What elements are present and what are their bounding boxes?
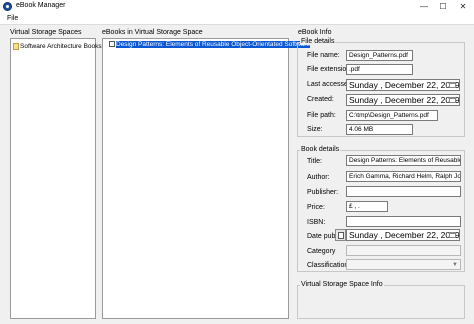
book-details-title: Book details — [300, 146, 341, 153]
storage-spaces-list[interactable]: Software Architecture Books — [10, 38, 102, 319]
price-field[interactable]: £ , . — [346, 201, 388, 212]
list-item[interactable]: Software Architecture Books — [13, 43, 102, 50]
calendar-icon[interactable] — [449, 232, 456, 238]
window-title: eBook Manager — [16, 2, 66, 9]
close-button[interactable]: ✕ — [456, 1, 470, 12]
file-extension-field[interactable]: .pdf — [346, 64, 413, 75]
category-field[interactable] — [346, 245, 461, 256]
calendar-icon[interactable] — [449, 82, 456, 88]
storage-info-title: Virtual Storage Space Info — [300, 281, 384, 288]
category-label: Category — [307, 248, 336, 255]
book-title-field[interactable]: Design Patterns: Elements of Reusable Ob… — [346, 155, 461, 166]
menu-bar — [0, 13, 474, 25]
minimize-button[interactable]: — — [417, 1, 431, 12]
ebook-checkbox-icon[interactable] — [109, 41, 115, 48]
created-picker[interactable]: Sunday , December 22, 2019 — [346, 94, 460, 106]
publisher-field[interactable] — [346, 186, 461, 197]
classification-select[interactable]: ▼ — [346, 259, 461, 270]
menu-file[interactable]: File — [7, 15, 18, 22]
date-published-picker[interactable]: Sunday , December 22, 2019 — [346, 229, 460, 241]
storage-info-group — [297, 285, 465, 319]
file-name-field[interactable]: Design_Patterns.pdf — [346, 50, 413, 61]
ebook-label: Design Patterns: Elements of Reusable Ob… — [116, 41, 311, 48]
document-icon — [338, 232, 344, 239]
book-icon — [13, 43, 19, 50]
ebook-info-title: eBook Info — [298, 29, 332, 36]
isbn-label: ISBN: — [307, 219, 326, 226]
maximize-button[interactable]: ☐ — [436, 1, 450, 12]
size-label: Size: — [307, 126, 323, 133]
file-path-field[interactable]: C:\tmp\Design_Patterns.pdf — [346, 110, 438, 121]
ebooks-list[interactable]: Design Patterns: Elements of Reusable Ob… — [102, 38, 311, 319]
author-label: Author: — [307, 174, 330, 181]
date-published-value: Sunday , December 22, 2019 — [349, 230, 460, 240]
file-path-label: File path: — [307, 112, 336, 119]
created-value: Sunday , December 22, 2019 — [349, 95, 460, 105]
calendar-icon[interactable] — [449, 97, 456, 103]
file-name-label: File name: — [307, 52, 340, 59]
classification-label: Classification: — [307, 262, 351, 269]
list-item[interactable]: Design Patterns: Elements of Reusable Ob… — [109, 41, 311, 48]
publisher-label: Publisher: — [307, 189, 339, 196]
last-accessed-picker[interactable]: Sunday , December 22, 2019 — [346, 79, 460, 91]
storage-spaces-title: Virtual Storage Spaces — [10, 29, 82, 36]
app-icon — [3, 2, 12, 11]
isbn-field[interactable] — [346, 216, 461, 227]
date-published-icon-button[interactable] — [335, 229, 346, 241]
storage-space-label: Software Architecture Books — [20, 43, 102, 51]
size-field[interactable]: 4.06 MB — [346, 124, 413, 135]
title-bar — [0, 0, 474, 13]
chevron-down-icon: ▼ — [452, 262, 458, 268]
created-label: Created: — [307, 96, 334, 103]
file-details-title: File details — [300, 38, 336, 45]
last-accessed-value: Sunday , December 22, 2019 — [349, 80, 460, 90]
ebooks-title: eBooks in Virtual Storage Space — [102, 29, 203, 36]
price-label: Price: — [307, 204, 325, 211]
author-field[interactable]: Erich Gamma, Richard Helm, Ralph Johnson… — [346, 171, 461, 182]
book-title-label: Title: — [307, 158, 322, 165]
